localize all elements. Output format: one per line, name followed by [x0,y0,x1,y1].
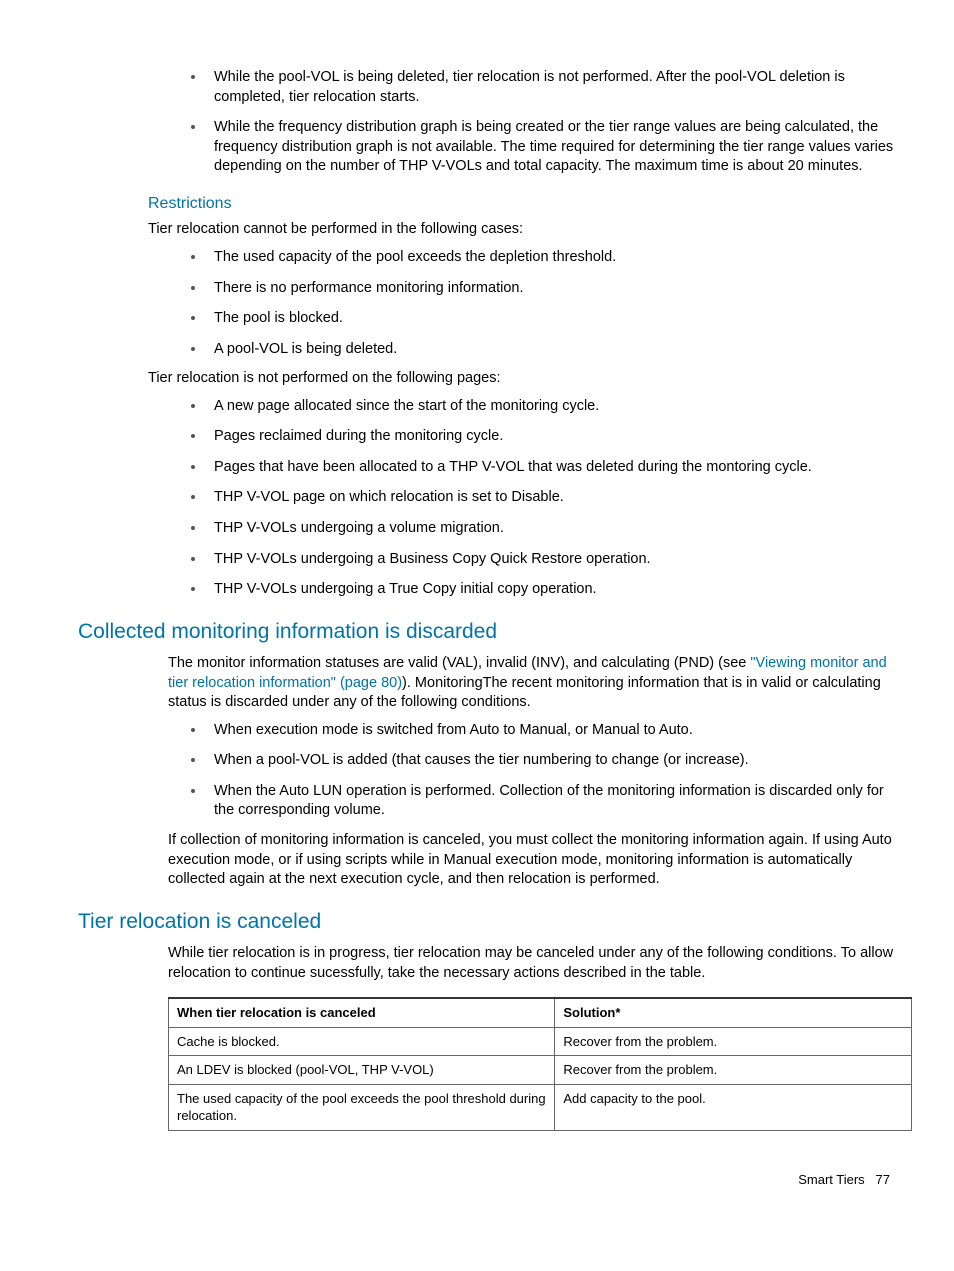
table-cell: Add capacity to the pool. [555,1084,912,1130]
list-item: When a pool-VOL is added (that causes th… [206,749,894,771]
collected-intro: The monitor information statuses are val… [168,654,894,713]
collected-bullets: When execution mode is switched from Aut… [78,719,894,821]
table-cell: Recover from the problem. [555,1056,912,1085]
list-item: THP V-VOLs undergoing a volume migration… [206,517,894,539]
footer-page: 77 [876,1172,890,1187]
table-header-row: When tier relocation is canceled Solutio… [169,998,912,1027]
table-row: Cache is blocked. Recover from the probl… [169,1027,912,1056]
list-item: While the frequency distribution graph i… [206,116,894,177]
restrictions-list-1: The used capacity of the pool exceeds th… [78,246,894,359]
list-item: When the Auto LUN operation is performed… [206,780,894,821]
list-item: When execution mode is switched from Aut… [206,719,894,741]
restrictions-mid: Tier relocation is not performed on the … [148,369,894,389]
list-item: While the pool-VOL is being deleted, tie… [206,66,894,107]
canceled-table: When tier relocation is canceled Solutio… [168,997,912,1131]
list-item: A pool-VOL is being deleted. [206,338,894,360]
restrictions-heading: Restrictions [148,193,894,215]
collected-heading: Collected monitoring information is disc… [78,618,894,646]
table-cell: Recover from the problem. [555,1027,912,1056]
collected-intro-pre: The monitor information statuses are val… [168,655,750,671]
page-footer: Smart Tiers 77 [78,1171,894,1189]
footer-section: Smart Tiers [798,1172,864,1187]
list-item: A new page allocated since the start of … [206,395,894,417]
list-item: Pages reclaimed during the monitoring cy… [206,425,894,447]
table-header: Solution* [555,998,912,1027]
table-row: An LDEV is blocked (pool-VOL, THP V-VOL)… [169,1056,912,1085]
canceled-heading: Tier relocation is canceled [78,908,894,936]
collected-outro: If collection of monitoring information … [168,831,894,890]
list-item: THP V-VOLs undergoing a True Copy initia… [206,578,894,600]
top-bullet-list: While the pool-VOL is being deleted, tie… [78,66,894,177]
table-cell: An LDEV is blocked (pool-VOL, THP V-VOL) [169,1056,555,1085]
restrictions-list-2: A new page allocated since the start of … [78,395,894,600]
list-item: THP V-VOL page on which relocation is se… [206,486,894,508]
list-item: There is no performance monitoring infor… [206,277,894,299]
restrictions-intro: Tier relocation cannot be performed in t… [148,220,894,240]
table-cell: The used capacity of the pool exceeds th… [169,1084,555,1130]
table-row: The used capacity of the pool exceeds th… [169,1084,912,1130]
list-item: The used capacity of the pool exceeds th… [206,246,894,268]
table-cell: Cache is blocked. [169,1027,555,1056]
list-item: Pages that have been allocated to a THP … [206,456,894,478]
table-header: When tier relocation is canceled [169,998,555,1027]
list-item: THP V-VOLs undergoing a Business Copy Qu… [206,548,894,570]
list-item: The pool is blocked. [206,307,894,329]
canceled-intro: While tier relocation is in progress, ti… [168,944,894,983]
